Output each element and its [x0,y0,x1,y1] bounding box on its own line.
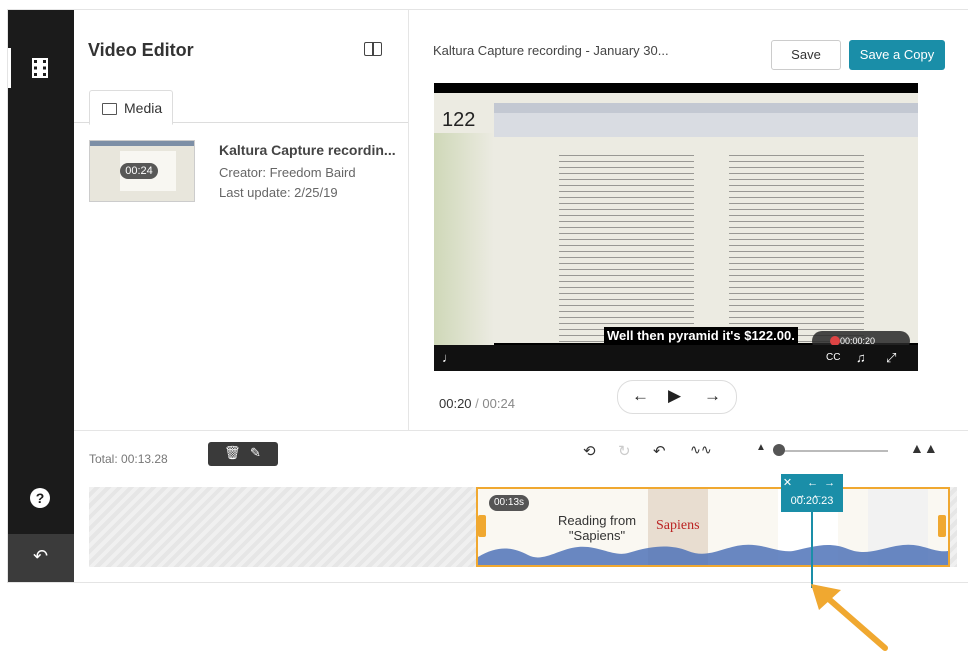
video-page-number: 122 [442,109,476,131]
duration-badge: 00:24 [120,163,158,179]
time-display: 00:20 / 00:24 [439,396,515,411]
playhead-tooltip: ✕ ←→ →← 00:20.23 [781,474,843,512]
playhead-line[interactable] [811,512,813,588]
step-forward-icon[interactable]: → [704,386,721,406]
media-entry-title[interactable]: Kaltura Capture recordin... [219,142,396,158]
timeline-total: Total: 00:13.28 [89,452,168,466]
editor-title: Video Editor [88,40,194,60]
fullscreen-icon[interactable]: ⤢ [886,350,896,366]
play-icon[interactable]: ▶ [668,386,681,406]
redo-icon[interactable]: ↻ [618,442,631,460]
media-panel: Video Editor Media 00:24 Kaltura Capture… [74,10,409,430]
clip-end-handle[interactable] [938,515,946,537]
clip-tools: 🗑 ✎ [208,442,278,466]
step-back-icon[interactable]: ← [632,386,649,406]
clip-thumbnail-book: Sapiens [656,518,700,533]
audio-waveform [478,544,948,565]
back-button[interactable]: ↶ [8,534,74,582]
zoom-slider[interactable] [778,450,888,452]
captions-icon[interactable]: CC [826,352,840,363]
video-player[interactable]: 122 Well then pyramid it's $122.00. 00:0… [434,83,918,371]
selected-indicator [8,48,11,88]
browser-chrome [494,103,918,137]
help-icon[interactable]: ? [30,488,50,508]
zoom-out-icon[interactable]: ▲ [756,442,766,453]
tab-media-label: Media [124,100,163,116]
waveform-icon[interactable]: ∿∿ [690,442,712,458]
annotation-arrow-icon [811,584,888,651]
save-a-copy-button[interactable]: Save a Copy [849,40,945,70]
media-entry-creator: Creator: Freedom Baird [219,165,356,180]
entry-title: Kaltura Capture recording - January 30..… [433,43,669,58]
zoom-slider-handle[interactable] [773,444,785,456]
current-time: 00:20 [439,396,472,411]
video-caption: Well then pyramid it's $122.00. [604,327,798,344]
reset-icon[interactable]: ⟲ [583,442,596,460]
pencil-icon[interactable]: ✎ [250,445,261,461]
folder-icon [102,103,117,115]
back-arrow-icon: ↶ [33,546,49,566]
tab-media[interactable]: Media [89,90,173,125]
video-controls: ♩ CC ♫ ⤢ [434,345,918,371]
audio-icon[interactable]: ♫ [856,350,866,365]
total-time: 00:24 [482,396,515,411]
playback-controls: ← ▶ → [617,380,737,414]
left-sidebar: ? ↶ [8,10,74,582]
editor-window: ? ↶ Video Editor Media 00:24 Kaltura Cap… [8,10,968,588]
volume-icon[interactable]: ♩ [442,350,455,365]
undo-icon[interactable]: ↶ [653,442,666,460]
delete-icon[interactable]: 🗑 [224,445,241,461]
zoom-in-icon[interactable]: ▲▲ [910,440,938,456]
playhead-time: 00:20.23 [790,495,834,507]
video-editor-nav-item[interactable] [8,48,74,88]
film-icon [32,58,48,78]
clip-duration-badge: 00:13s [489,495,529,511]
player-panel: Kaltura Capture recording - January 30..… [409,10,968,430]
video-frame: 122 Well then pyramid it's $122.00. 00:0… [434,93,918,351]
save-button[interactable]: Save [771,40,841,70]
media-entry-last-update: Last update: 2/25/19 [219,185,338,200]
media-entry-thumbnail[interactable]: 00:24 [89,140,195,202]
layout-toggle-icon[interactable] [364,42,382,56]
timeline-divider [74,430,968,431]
timeline-clip[interactable]: Reading from "Sapiens" Sapiens [476,487,950,567]
clip-start-handle[interactable] [478,515,486,537]
